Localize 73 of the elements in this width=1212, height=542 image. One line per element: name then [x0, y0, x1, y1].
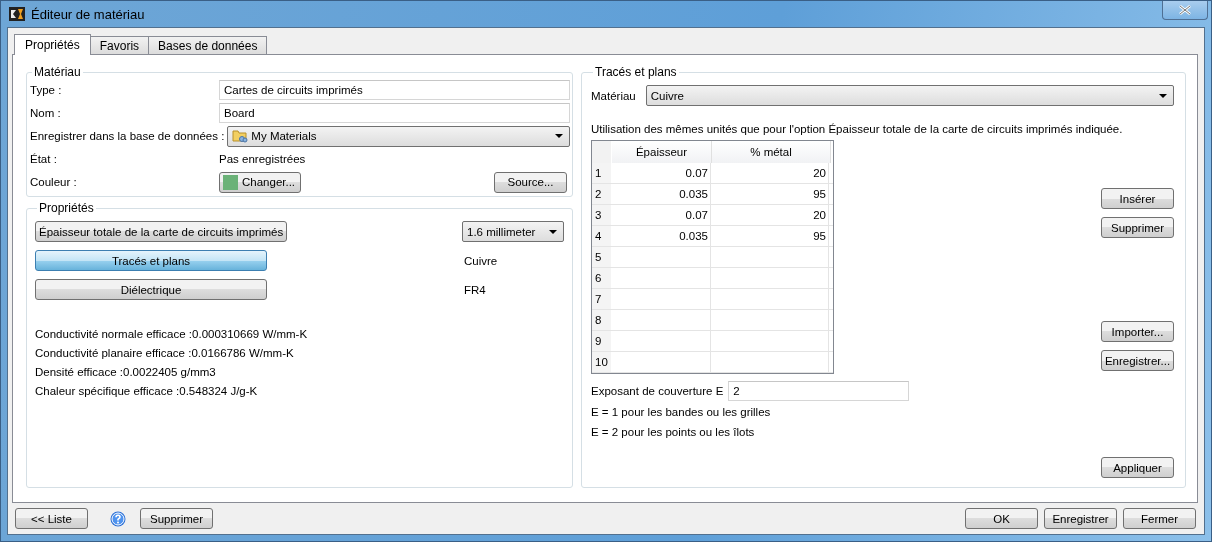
column-header[interactable]: Épaisseur	[612, 141, 712, 163]
result-text: Conductivité normale efficace :0.000310669 W/mm-K	[35, 328, 309, 342]
field-label: Enregistrer dans la base de données :	[30, 130, 226, 142]
change-color-button[interactable]: Changer...	[219, 171, 302, 193]
property-value: FR4	[464, 283, 487, 296]
field-label: État :	[30, 153, 58, 165]
side-button[interactable]: Insérer	[1101, 188, 1174, 209]
result-text: Chaleur spécifique efficace :0.548324 J/g-K	[35, 385, 259, 399]
table-cell[interactable]: 0.07	[612, 205, 711, 225]
delete-button[interactable]: Supprimer	[140, 508, 213, 529]
row-number: 4	[592, 226, 612, 246]
close-icon	[1179, 5, 1191, 15]
row-number: 7	[592, 289, 612, 309]
property-value: Cuivre	[464, 254, 499, 267]
window-title: Éditeur de matériau	[31, 6, 145, 22]
hint-text: E = 1 pour les bandes ou les grilles	[591, 406, 772, 420]
dialog-button[interactable]: OK	[965, 508, 1038, 529]
group-title: Tracés et plans	[594, 65, 678, 79]
table-cell[interactable]: 0.07	[612, 163, 711, 183]
hint-text: E = 2 pour les points ou les îlots	[591, 426, 756, 440]
material-dropdown[interactable]: Cuivre	[645, 85, 1174, 106]
row-number: 3	[592, 205, 612, 225]
database-dropdown[interactable]: My Materials	[227, 125, 570, 147]
dropdown-arrow-icon	[549, 229, 557, 234]
thickness-dropdown[interactable]: 1.6 millimeter	[462, 221, 564, 242]
row-number: 8	[592, 310, 612, 330]
row-number: 10	[592, 352, 612, 372]
property-button[interactable]: Épaisseur totale de la carte de circuits imprimés	[35, 221, 288, 242]
table-cell[interactable]: 0.035	[612, 184, 711, 204]
group-title: Matériau	[33, 65, 82, 79]
dropdown-arrow-icon	[1159, 93, 1167, 98]
type-field[interactable]: Cartes de circuits imprimés	[219, 80, 570, 100]
name-field[interactable]: Board	[219, 103, 570, 123]
tab[interactable]: Bases de données	[148, 36, 268, 54]
field-label: Exposant de couverture E	[591, 385, 724, 397]
folder-icon	[232, 129, 249, 143]
dialog-button[interactable]: Fermer	[1123, 508, 1196, 529]
group-title: Propriétés	[38, 201, 95, 215]
tab[interactable]: Propriétés	[14, 34, 91, 55]
dialog-button[interactable]: Enregistrer	[1044, 508, 1117, 529]
row-number: 1	[592, 163, 612, 183]
state-value: Pas enregistrées	[219, 153, 306, 165]
table-cell[interactable]: 20	[711, 205, 829, 225]
table-cell[interactable]: 95	[711, 184, 829, 204]
side-button[interactable]: Importer...	[1101, 321, 1174, 342]
side-button[interactable]: Supprimer	[1101, 217, 1174, 238]
source-button[interactable]: Source...	[494, 171, 567, 193]
tab[interactable]: Favoris	[89, 36, 150, 54]
result-text: Conductivité planaire efficace :0.0166786 W/mm-K	[35, 347, 295, 361]
row-number: 2	[592, 184, 612, 204]
row-number: 6	[592, 268, 612, 288]
field-label: Couleur :	[30, 176, 78, 188]
property-button[interactable]: Diélectrique	[35, 279, 267, 300]
apply-button[interactable]: Appliquer	[1101, 457, 1174, 478]
field-label: Nom :	[30, 107, 62, 119]
row-number: 5	[592, 247, 612, 267]
table-cell[interactable]: 20	[711, 163, 829, 183]
list-button[interactable]: << Liste	[15, 508, 88, 529]
column-header[interactable]: % métal	[712, 141, 831, 163]
row-number: 9	[592, 331, 612, 351]
dropdown-arrow-icon	[555, 134, 563, 138]
property-button[interactable]: Tracés et plans	[35, 250, 267, 271]
table-cell[interactable]: 0.035	[612, 226, 711, 246]
side-button[interactable]: Enregistrer...	[1101, 350, 1174, 371]
field-label: Type :	[30, 84, 63, 96]
exponent-field[interactable]: 2	[728, 381, 910, 401]
table-cell[interactable]: 95	[711, 226, 829, 246]
result-text: Densité efficace :0.0022405 g/mm3	[35, 366, 217, 380]
field-label: Matériau	[591, 89, 636, 102]
note-text: Utilisation des mêmes unités que pour l'option Épaisseur totale de la carte de circuits imprimés indiquée.	[591, 123, 1124, 135]
help-icon[interactable]	[110, 510, 126, 527]
app-icon	[9, 6, 25, 22]
close-button[interactable]	[1162, 1, 1208, 20]
